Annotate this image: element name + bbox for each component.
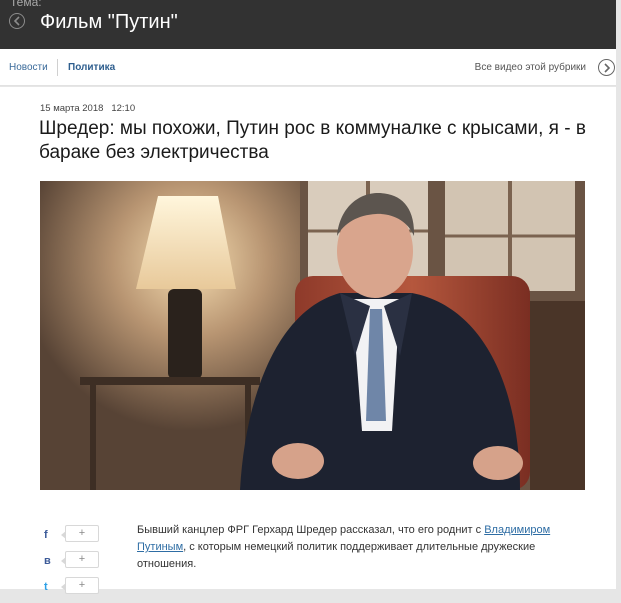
topic-title[interactable]: Фильм "Путин" (40, 10, 178, 34)
vkontakte-icon[interactable]: в (44, 555, 54, 567)
share-count-button[interactable]: + (61, 577, 99, 594)
lead-text-end: , с которым немецкий политик поддерживае… (137, 541, 536, 570)
share-row-facebook[interactable]: f + (44, 525, 104, 551)
all-videos-link[interactable]: Все видео этой рубрики (475, 62, 586, 73)
facebook-icon[interactable]: f (44, 529, 54, 541)
article-datetime: 15 марта 2018 12:10 (40, 103, 135, 114)
all-videos-arrow-button[interactable] (598, 59, 615, 76)
topic-header: Тема: Фильм "Путин" (0, 0, 616, 49)
nav-link-news[interactable]: Новости (9, 62, 48, 73)
share-row-twitter[interactable]: t + (44, 577, 104, 603)
nav-divider (57, 59, 58, 76)
chevron-left-icon (13, 16, 20, 26)
share-count-button[interactable]: + (61, 551, 99, 568)
topic-label: Тема: (10, 0, 42, 9)
article-lead: Бывший канцлер ФРГ Герхард Шредер расска… (137, 522, 567, 573)
rubric-nav: Новости Политика Все видео этой рубрики (0, 49, 616, 86)
share-count-button[interactable]: + (61, 525, 99, 542)
article-date: 15 марта 2018 (40, 103, 104, 114)
share-buttons: f + в + t + (44, 525, 104, 603)
interview-photo (40, 181, 585, 490)
page: Тема: Фильм "Путин" Новости Политика Все… (0, 0, 621, 594)
article: 15 марта 2018 12:10 Шредер: мы похожи, П… (0, 87, 616, 594)
back-button[interactable] (9, 13, 25, 29)
nav-link-politics[interactable]: Политика (68, 62, 115, 73)
share-row-vkontakte[interactable]: в + (44, 551, 104, 577)
lead-text-start: Бывший канцлер ФРГ Герхард Шредер расска… (137, 524, 485, 536)
chevron-right-icon (604, 63, 611, 73)
article-time: 12:10 (111, 103, 136, 114)
article-headline: Шредер: мы похожи, Путин рос в коммуналк… (39, 118, 586, 163)
article-video-thumbnail[interactable] (40, 181, 585, 490)
twitter-icon[interactable]: t (44, 581, 54, 593)
